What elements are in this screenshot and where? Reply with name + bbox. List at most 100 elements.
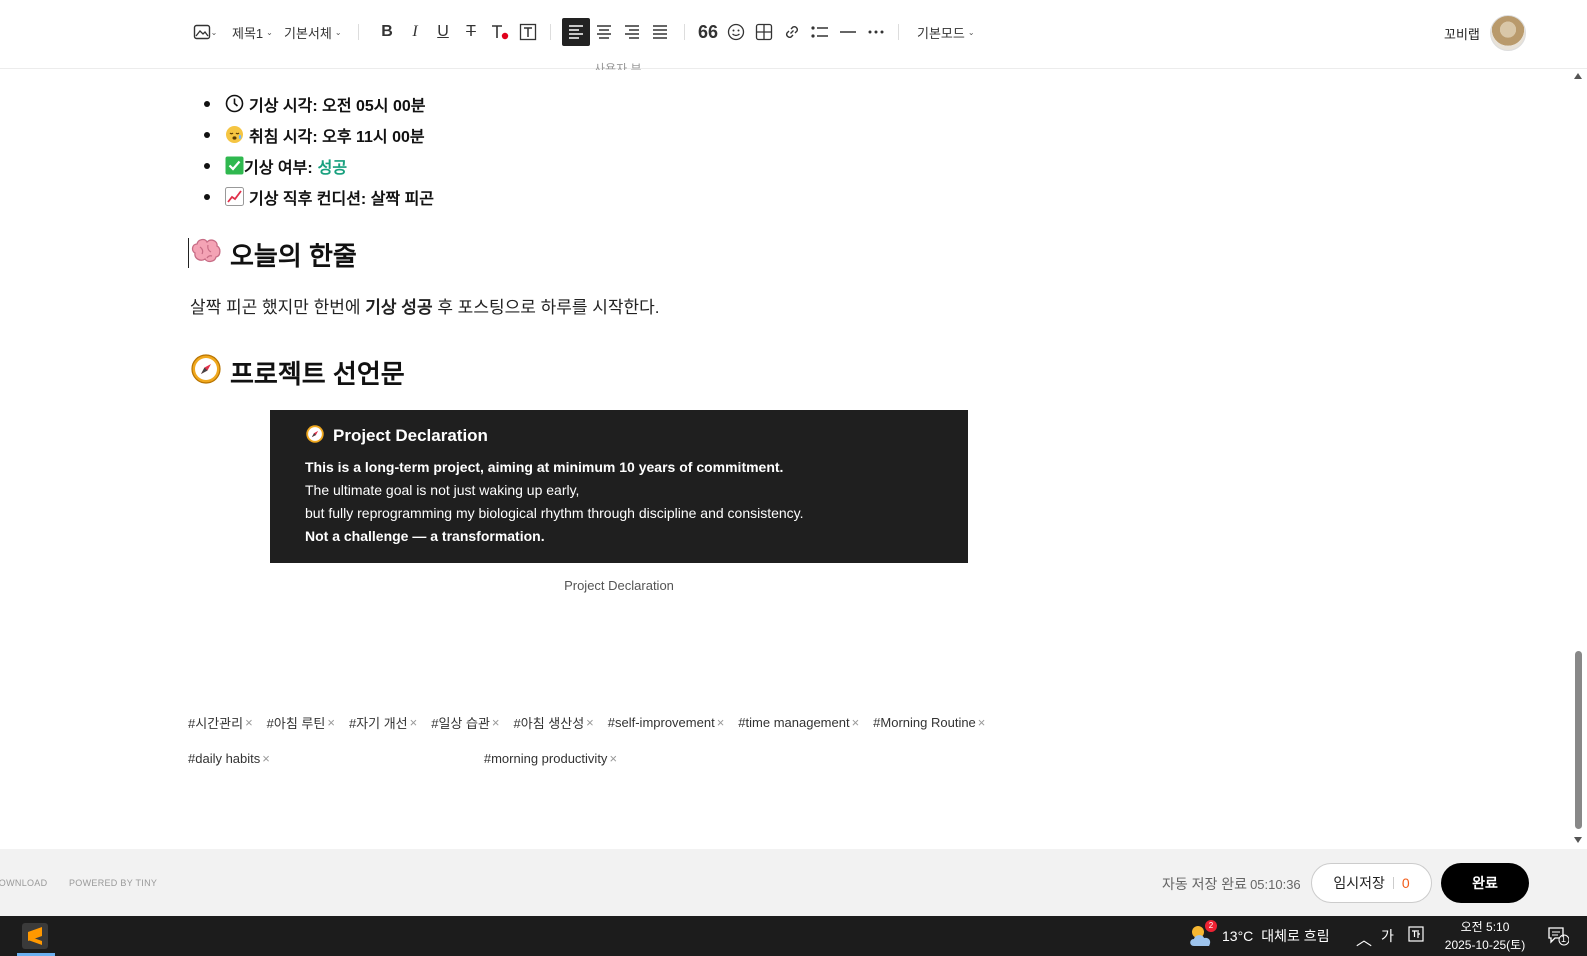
vertical-scrollbar[interactable] bbox=[1570, 69, 1587, 847]
tag-label: #시간관리 bbox=[188, 716, 244, 731]
system-clock[interactable]: 오전 5:10 2025-10-25(토) bbox=[1440, 918, 1530, 954]
heading-select[interactable]: 제목1 ⌄ bbox=[232, 18, 273, 46]
paragraph[interactable]: 살짝 피곤 했지만 한번에 기상 성공 후 포스팅으로 하루를 시작한다. bbox=[190, 293, 660, 318]
align-right-button[interactable] bbox=[620, 18, 644, 46]
remove-tag-icon[interactable]: × bbox=[609, 751, 617, 766]
save-draft-button[interactable]: 임시저장 0 bbox=[1311, 863, 1432, 903]
align-center-icon bbox=[597, 25, 611, 39]
paragraph-bold-text: 기상 성공 bbox=[365, 298, 433, 317]
remove-tag-icon[interactable]: × bbox=[245, 715, 253, 730]
sublime-text-icon[interactable] bbox=[22, 923, 48, 949]
strikethrough-button[interactable]: T bbox=[460, 18, 482, 46]
tag-item[interactable]: #daily habits × bbox=[188, 749, 270, 768]
compass-icon bbox=[190, 353, 222, 392]
ime-indicator[interactable]: 가 bbox=[1381, 926, 1394, 946]
bold-button[interactable]: B bbox=[376, 18, 398, 46]
tag-item[interactable]: #아침 루틴 × bbox=[267, 713, 335, 732]
align-center-button[interactable] bbox=[592, 18, 616, 46]
text-color-button[interactable] bbox=[488, 18, 512, 46]
emoji-button[interactable] bbox=[724, 18, 748, 46]
tag-item[interactable]: #morning productivity × bbox=[484, 749, 617, 768]
more-button[interactable] bbox=[864, 18, 888, 46]
remove-tag-icon[interactable]: × bbox=[262, 751, 270, 766]
horizontal-rule-button[interactable] bbox=[836, 18, 860, 46]
tag-label: #아침 루틴 bbox=[266, 716, 326, 731]
table-button[interactable] bbox=[752, 18, 776, 46]
underline-icon: U bbox=[437, 23, 449, 40]
toolbar-divider bbox=[358, 24, 359, 40]
scroll-down-arrow-icon[interactable] bbox=[1574, 837, 1582, 843]
text-color-icon bbox=[492, 25, 509, 40]
quote-button[interactable]: 66 bbox=[696, 18, 720, 46]
italic-button[interactable]: I bbox=[404, 18, 426, 46]
toolbar-divider bbox=[898, 24, 899, 40]
tag-item[interactable]: #Morning Routine × bbox=[873, 713, 985, 732]
publish-button[interactable]: 완료 bbox=[1441, 863, 1529, 903]
notification-center-icon[interactable]: 1 bbox=[1547, 926, 1570, 946]
autosave-label: 자동 저장 완료 bbox=[1162, 876, 1248, 892]
compass-icon bbox=[305, 424, 325, 449]
weather-alert-badge: 2 bbox=[1205, 920, 1217, 932]
bullet-list-icon bbox=[811, 26, 828, 38]
tag-item[interactable]: #self-improvement × bbox=[608, 713, 725, 732]
tag-label: #daily habits bbox=[188, 751, 261, 766]
remove-tag-icon[interactable]: × bbox=[978, 715, 986, 730]
avatar[interactable] bbox=[1490, 15, 1526, 51]
align-justify-button[interactable] bbox=[648, 18, 672, 46]
more-icon bbox=[868, 30, 884, 34]
underline-button[interactable]: U bbox=[432, 18, 454, 46]
declaration-line: The ultimate goal is not just waking up … bbox=[305, 482, 580, 498]
download-link[interactable]: DOWNLOAD bbox=[0, 878, 47, 888]
text-background-icon bbox=[519, 23, 537, 41]
font-select[interactable]: 기본서체 ⌄ bbox=[284, 18, 342, 46]
text-cursor bbox=[188, 238, 189, 268]
image-caption[interactable]: Project Declaration bbox=[0, 578, 1238, 593]
section-heading[interactable]: 프로젝트 선언문 bbox=[190, 353, 405, 392]
remove-tag-icon[interactable]: × bbox=[492, 715, 500, 730]
remove-tag-icon[interactable]: × bbox=[717, 715, 725, 730]
remove-tag-icon[interactable]: × bbox=[852, 715, 860, 730]
declaration-line: This is a long-term project, aiming at m… bbox=[305, 459, 784, 475]
mode-select-label: 기본모드 bbox=[917, 25, 965, 41]
paragraph-text: 살짝 피곤 했지만 한번에 bbox=[190, 298, 366, 317]
toolbar-divider bbox=[684, 24, 685, 40]
draft-count[interactable]: 0 bbox=[1402, 875, 1410, 891]
align-left-icon bbox=[569, 25, 583, 39]
clock-icon bbox=[224, 94, 244, 114]
weather-widget[interactable]: 2 13°C 대체로 흐림 bbox=[1188, 920, 1330, 948]
tag-item[interactable]: #일상 습관 × bbox=[431, 713, 499, 732]
text-background-button[interactable] bbox=[517, 18, 539, 46]
remove-tag-icon[interactable]: × bbox=[410, 715, 418, 730]
tray-expand-chevron-icon[interactable]: ︿ bbox=[1356, 926, 1372, 950]
tag-item[interactable]: #time management × bbox=[738, 713, 859, 732]
notification-count: 1 bbox=[1561, 934, 1567, 944]
link-button[interactable] bbox=[780, 18, 804, 46]
remove-tag-icon[interactable]: × bbox=[586, 715, 594, 730]
ime-mode-icon[interactable] bbox=[1408, 926, 1424, 945]
image-insert-button[interactable]: ⌄ bbox=[190, 18, 220, 46]
declaration-line: Not a challenge — a transformation. bbox=[305, 528, 545, 544]
editor-toolbar: ⌄ 제목1 ⌄ 기본서체 ⌄ B I U T 66 기본모드 ⌄ 꼬비랩 bbox=[0, 0, 1587, 69]
tag-item[interactable]: #시간관리 × bbox=[188, 713, 253, 732]
declaration-title: Project Declaration bbox=[305, 422, 933, 450]
scrollbar-thumb[interactable] bbox=[1575, 651, 1582, 829]
italic-icon: I bbox=[412, 23, 418, 40]
user-name[interactable]: 꼬비랩 bbox=[1444, 24, 1480, 43]
windows-taskbar: 2 13°C 대체로 흐림 ︿ 가 오전 5:10 2025-10-25(토) … bbox=[0, 916, 1587, 956]
scroll-up-arrow-icon[interactable] bbox=[1574, 73, 1582, 79]
horizontal-rule-icon bbox=[840, 31, 856, 33]
mode-select[interactable]: 기본모드 ⌄ bbox=[917, 18, 975, 46]
powered-by-text[interactable]: POWERED BY TINY bbox=[69, 878, 157, 888]
tag-item[interactable]: #자기 개선 × bbox=[349, 713, 417, 732]
declaration-image[interactable]: Project Declaration This is a long-term … bbox=[270, 410, 968, 563]
tag-label: #time management bbox=[738, 715, 850, 730]
remove-tag-icon[interactable]: × bbox=[327, 715, 335, 730]
list-item: 기상 직후 컨디션: 살짝 피곤 bbox=[203, 181, 434, 212]
toolbar-divider bbox=[550, 24, 551, 40]
temperature: 13°C bbox=[1222, 928, 1254, 944]
tag-item[interactable]: #아침 생산성 × bbox=[514, 713, 594, 732]
tag-label: #self-improvement bbox=[607, 715, 715, 730]
align-left-button[interactable] bbox=[562, 18, 590, 46]
list-button[interactable] bbox=[808, 18, 832, 46]
section-heading[interactable]: 오늘의 한줄 bbox=[190, 236, 357, 273]
